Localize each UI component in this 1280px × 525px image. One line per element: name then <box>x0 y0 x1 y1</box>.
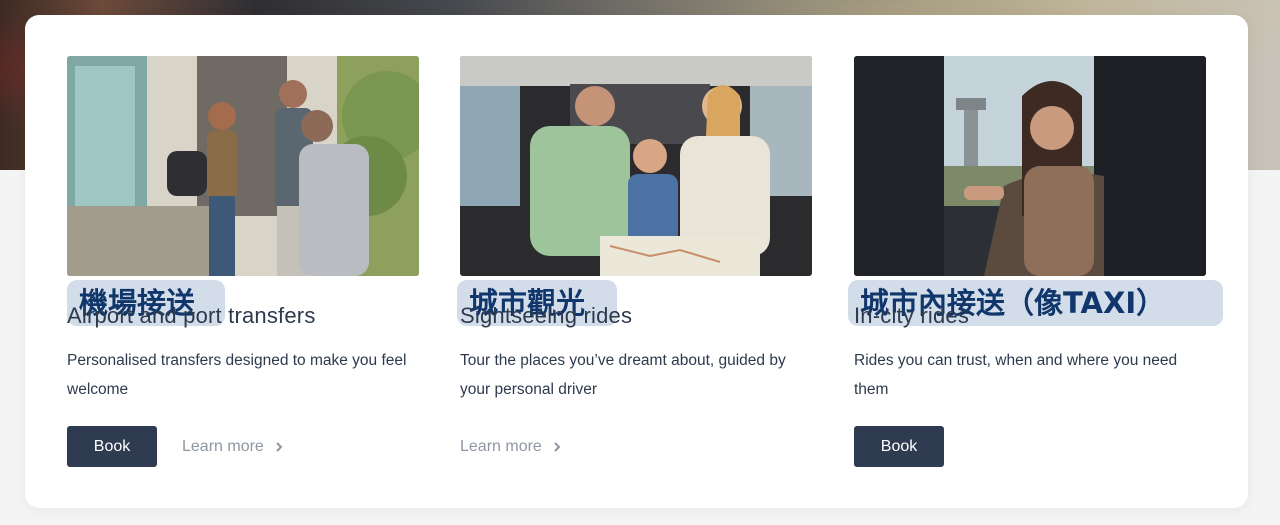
airport-transfer-photo <box>67 56 419 276</box>
in-city-actions: Book <box>854 426 944 467</box>
in-city-photo <box>854 56 1206 276</box>
sightseeing-photo <box>460 56 812 276</box>
learn-more-label: Learn more <box>182 437 264 455</box>
service-airport-transfers: 機場接送 Airport and port transfers Personal… <box>67 56 419 467</box>
learn-more-label: Learn more <box>460 437 542 455</box>
book-button[interactable]: Book <box>67 426 157 467</box>
services-card: 機場接送 Airport and port transfers Personal… <box>25 15 1248 508</box>
sightseeing-title: Sightseeing rides <box>460 303 633 328</box>
learn-more-link[interactable]: Learn more <box>460 438 562 456</box>
book-button[interactable]: Book <box>854 426 944 467</box>
chevron-right-icon <box>276 441 283 452</box>
airport-transfer-description: Personalised transfers designed to make … <box>67 352 407 398</box>
sightseeing-description: Tour the places you’ve dreamt about, gui… <box>460 352 786 398</box>
airport-transfer-actions: Book Learn more <box>67 426 284 467</box>
sightseeing-image <box>460 56 812 276</box>
airport-transfer-image <box>67 56 419 276</box>
chevron-right-icon <box>554 441 561 452</box>
in-city-description: Rides you can trust, when and where you … <box>854 352 1178 398</box>
sightseeing-actions: Learn more <box>460 426 562 467</box>
in-city-title: In-city rides <box>854 303 970 328</box>
service-in-city-rides: 城市內接送（像TAXI） In-city rides Rides you can… <box>848 56 1223 467</box>
learn-more-link[interactable]: Learn more <box>182 438 284 456</box>
airport-transfer-title: Airport and port transfers <box>67 303 316 328</box>
in-city-image <box>854 56 1206 276</box>
service-sightseeing-rides: 城市觀光 Sightseeing rides Tour the places y… <box>457 56 812 455</box>
